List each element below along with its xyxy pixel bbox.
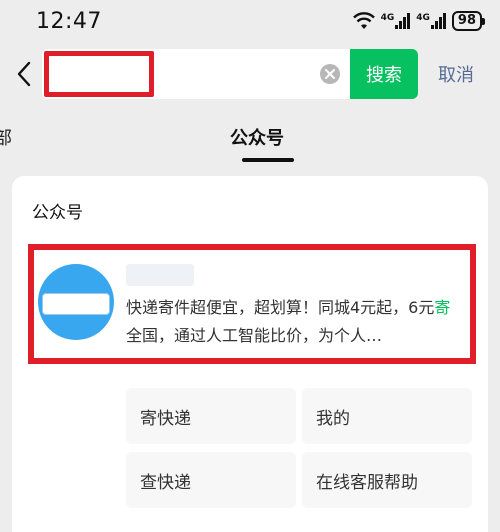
search-bar: 搜索 取消 [0, 46, 500, 102]
back-button[interactable] [6, 50, 42, 98]
battery-indicator: 98 [451, 11, 486, 31]
tab-official-accounts[interactable]: 公众号 [230, 124, 284, 150]
status-icons: 4G 4G 98 [352, 11, 486, 31]
wifi-icon [352, 12, 375, 29]
tab-all[interactable]: 部 [0, 124, 12, 150]
results-card: 公众号 快递寄件超便宜，超划算！同城4元起，6元寄全国，通过人工智能比价，为个人… [12, 176, 488, 532]
avatar-redaction [42, 293, 110, 315]
signal-bars-icon [395, 13, 411, 29]
cellular-signal-2: 4G [416, 13, 446, 29]
signal-bars-icon [430, 13, 446, 29]
cellular-signal-1: 4G [381, 13, 411, 29]
redaction-box [44, 51, 154, 97]
chevron-left-icon [17, 61, 31, 87]
clock: 12:47 [36, 8, 102, 34]
keyword-highlight: 寄 [434, 298, 451, 317]
account-avatar [38, 264, 114, 340]
search-button[interactable]: 搜索 [350, 49, 418, 99]
status-bar: 12:47 4G 4G 98 [0, 0, 500, 42]
cancel-button[interactable]: 取消 [438, 61, 474, 87]
tab-bar: 部 公众号 [0, 114, 500, 162]
account-result-item[interactable]: 快递寄件超便宜，超划算！同城4元起，6元寄全国，通过人工智能比价，为个人… [28, 244, 476, 364]
account-description: 快递寄件超便宜，超划算！同城4元起，6元寄全国，通过人工智能比价，为个人… [126, 298, 451, 345]
menu-item-track-express[interactable]: 查快递 [126, 452, 296, 508]
tab-active-indicator [242, 158, 294, 162]
close-icon [325, 69, 335, 79]
menu-item-customer-service[interactable]: 在线客服帮助 [302, 452, 472, 508]
section-title: 公众号 [32, 203, 83, 223]
account-menu: 寄快递 我的 查快递 在线客服帮助 [126, 388, 472, 508]
menu-item-send-express[interactable]: 寄快递 [126, 388, 296, 444]
search-field[interactable] [42, 49, 350, 99]
clear-button[interactable] [320, 64, 340, 84]
menu-item-mine[interactable]: 我的 [302, 388, 472, 444]
account-name [126, 264, 194, 286]
